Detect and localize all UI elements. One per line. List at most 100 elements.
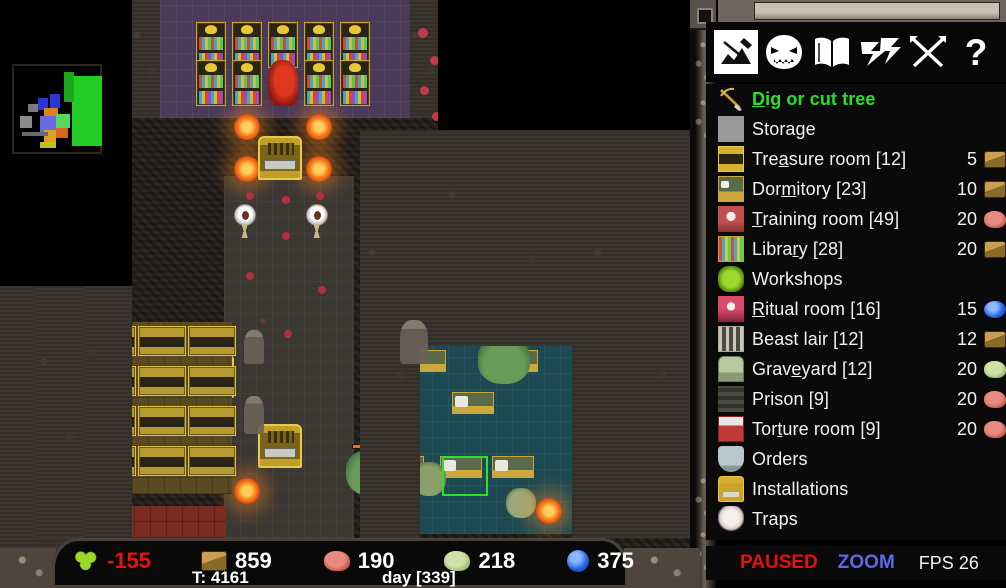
map-gem-deposit (418, 28, 428, 38)
minimap-room (50, 94, 60, 108)
menu-item-ritual-room[interactable]: Ritual room [16] 15 (706, 294, 1006, 324)
menu-item-resource-icon (984, 451, 1006, 468)
tombstone-icon (718, 356, 744, 382)
game-screen: ? Dig or cut tree Storage Treasure room … (0, 0, 1006, 588)
map-unexplored (0, 160, 132, 286)
zoom-indicator[interactable]: ZOOM (838, 552, 895, 574)
map-selection-rect (442, 456, 488, 496)
menu-item-label: Prison [9] (752, 388, 830, 409)
menu-item-library[interactable]: Library [28] 20 (706, 234, 1006, 264)
map-treasure-chest[interactable] (188, 406, 236, 436)
menu-item-installations[interactable]: Installations (706, 474, 1006, 504)
menu-item-orders[interactable]: Orders (706, 444, 1006, 474)
menu-item-label: Training room [49] (752, 208, 900, 229)
map-wall (34, 286, 84, 538)
menu-item-graveyard[interactable]: Graveyard [12] 20 (706, 354, 1006, 384)
map-door[interactable] (258, 136, 302, 180)
map-bookshelf[interactable] (196, 60, 226, 106)
map-wall (420, 130, 580, 346)
map-bed[interactable] (492, 456, 534, 478)
map-creature-imp[interactable] (506, 488, 536, 518)
map-unexplored (0, 0, 132, 58)
menu-item-cost: 10 (956, 178, 977, 199)
map-door[interactable] (258, 424, 302, 468)
map-torch (234, 478, 260, 504)
menu-item-label: Dig or cut tree (752, 88, 876, 109)
wood-resource-icon (984, 240, 1006, 258)
menu-item-cost: 20 (956, 388, 977, 409)
green-stone-resource-icon (984, 360, 1006, 378)
workshop-icon (718, 266, 744, 292)
minimap-corridor (20, 116, 32, 128)
toolbar-button-help[interactable]: ? (954, 30, 998, 74)
menu-item-label: Treasure room [12] (752, 148, 907, 169)
menu-item-label: Storage (752, 118, 816, 139)
minimap-corridor (28, 104, 38, 112)
map-treasure-chest[interactable] (138, 446, 186, 476)
map-creature-eyeball[interactable] (306, 204, 328, 226)
menu-item-label: Dormitory [23] (752, 178, 867, 199)
toolbar-button-battle[interactable] (906, 30, 950, 74)
map-gem-deposit (316, 192, 324, 200)
treasure-chest-icon (718, 146, 744, 172)
menu-item-storage[interactable]: Storage (706, 114, 1006, 144)
map-treasure-chest[interactable] (138, 406, 186, 436)
map-treasure-chest[interactable] (138, 366, 186, 396)
map-statue (244, 396, 264, 434)
minimap-room (56, 114, 70, 128)
minion-face-icon (766, 35, 802, 69)
wood-resource-icon (984, 330, 1006, 348)
map-bed[interactable] (452, 392, 494, 414)
menu-item-beast-lair[interactable]: Beast lair [12] 12 (706, 324, 1006, 354)
toolbar-button-minions[interactable] (762, 30, 806, 74)
map-bookshelf[interactable] (232, 60, 262, 106)
menu-item-torture-room[interactable]: Torture room [9] 20 (706, 414, 1006, 444)
menu-item-label: Workshops (752, 268, 843, 289)
menu-item-resource-icon (984, 91, 1006, 108)
game-time-info: T: 4161 day [339] (52, 568, 628, 588)
bottom-bar-ornament-left (0, 548, 56, 588)
map-treasure-chest[interactable] (188, 326, 236, 356)
beast-cage-icon (718, 326, 744, 352)
menu-item-workshops[interactable]: Workshops (706, 264, 1006, 294)
fps-indicator: FPS 26 (919, 553, 979, 574)
menu-item-treasure-room[interactable]: Treasure room [12] 5 (706, 144, 1006, 174)
question-mark-icon: ? (964, 31, 988, 73)
main-toolbar[interactable]: ? (706, 22, 1006, 82)
map-creature-eyeball[interactable] (234, 204, 256, 226)
training-dummy-icon (718, 206, 744, 232)
dig-build-icon (721, 38, 752, 64)
menu-item-traps[interactable]: Traps (706, 504, 1006, 534)
menu-item-dormitory[interactable]: Dormitory [23] 10 (706, 174, 1006, 204)
skull-decoration-icon (241, 25, 253, 34)
crossed-swords-icon (910, 36, 946, 68)
map-gem-deposit (284, 330, 292, 338)
game-status-line: PAUSED ZOOM FPS 26 (706, 546, 1006, 580)
toolbar-button-technology[interactable] (810, 30, 854, 74)
build-menu[interactable]: Dig or cut tree Storage Treasure room [1… (706, 84, 1006, 540)
map-bookshelf[interactable] (304, 60, 334, 106)
menu-item-label: Library [28] (752, 238, 844, 259)
stone-resource-icon (984, 420, 1006, 438)
menu-item-prison[interactable]: Prison [9] 20 (706, 384, 1006, 414)
ritual-altar-icon (718, 296, 744, 322)
map-treasure-chest[interactable] (188, 446, 236, 476)
toolbar-button-dig-build[interactable] (714, 30, 758, 74)
map-torch (306, 156, 332, 182)
menu-item-dig-or-cut-tree[interactable]: Dig or cut tree (706, 84, 1006, 114)
storage-box-icon (718, 116, 744, 142)
map-bookshelf[interactable] (340, 60, 370, 106)
game-map-viewport[interactable] (0, 0, 700, 588)
map-gem-deposit (246, 272, 254, 280)
map-treasure-chest[interactable] (138, 326, 186, 356)
prison-bars-icon (718, 386, 744, 412)
minimap-room (56, 128, 68, 138)
skull-decoration-icon (313, 63, 325, 72)
map-treasure-chest[interactable] (188, 366, 236, 396)
paused-indicator[interactable]: PAUSED (740, 552, 818, 574)
menu-item-training-room[interactable]: Training room [49] 20 (706, 204, 1006, 234)
map-creature-sorcerer[interactable] (268, 60, 298, 106)
minimap[interactable] (12, 64, 102, 154)
skull-decoration-icon (205, 25, 217, 34)
toolbar-button-magic[interactable] (858, 30, 902, 74)
